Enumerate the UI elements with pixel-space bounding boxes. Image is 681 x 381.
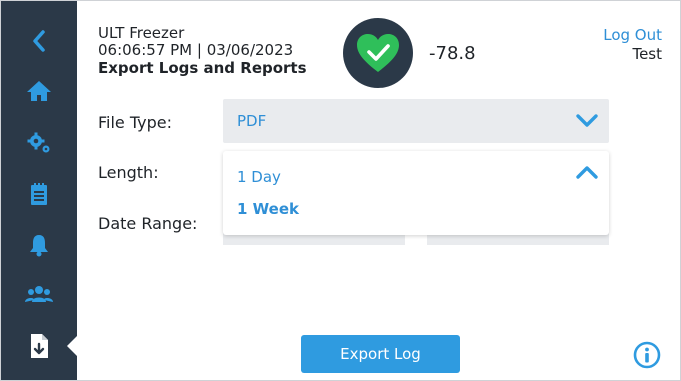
settings-icon[interactable] (21, 125, 57, 161)
home-icon[interactable] (21, 73, 57, 109)
user-name: Test (632, 45, 662, 63)
logout-link[interactable]: Log Out (603, 26, 662, 44)
export-log-button[interactable]: Export Log (301, 335, 460, 373)
file-type-value: PDF (237, 112, 267, 130)
heart-check-icon (357, 34, 399, 72)
file-type-label: File Type: (98, 113, 172, 132)
device-name: ULT Freezer (98, 24, 185, 42)
length-option-1-day[interactable]: 1 Day (237, 168, 281, 186)
alarm-icon[interactable] (21, 227, 57, 263)
temperature-readout: -78.8 (429, 43, 476, 64)
info-icon[interactable] (633, 341, 661, 369)
length-label: Length: (98, 163, 159, 182)
file-type-select[interactable]: PDF (223, 99, 609, 143)
app-window: ULT Freezer 06:06:57 PM | 03/06/2023 Exp… (0, 0, 681, 381)
page-title: Export Logs and Reports (98, 59, 307, 77)
users-icon[interactable] (21, 277, 57, 313)
active-nav-indicator (67, 336, 77, 356)
chevron-up-icon[interactable] (575, 163, 599, 183)
export-file-icon[interactable] (21, 328, 57, 364)
length-option-1-week[interactable]: 1 Week (237, 200, 299, 218)
status-indicator (343, 18, 413, 88)
chevron-down-icon (576, 114, 598, 127)
header-info: ULT Freezer 06:06:57 PM | 03/06/2023 Exp… (98, 24, 307, 78)
sidebar (1, 1, 77, 380)
length-dropdown[interactable]: 1 Day 1 Week (223, 151, 609, 235)
back-icon[interactable] (21, 23, 57, 59)
logs-icon[interactable] (21, 176, 57, 212)
date-range-label: Date Range: (98, 214, 198, 233)
datetime: 06:06:57 PM | 03/06/2023 (98, 41, 294, 59)
